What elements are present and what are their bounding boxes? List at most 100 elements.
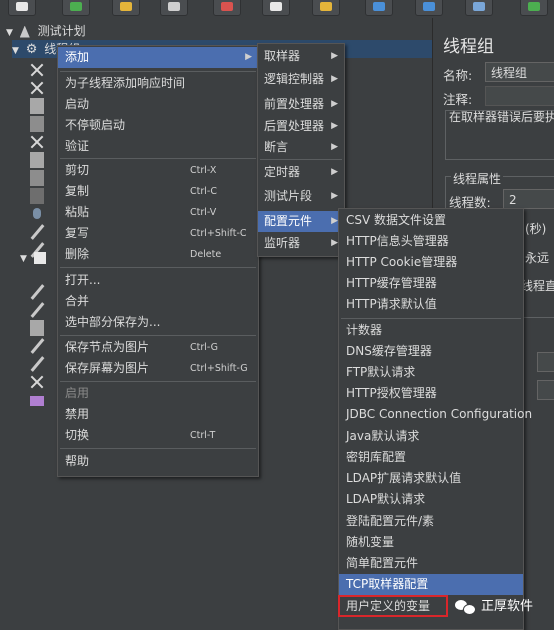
menu-item-copy[interactable]: 复制 Ctrl-C [58,181,258,202]
menu-item-toggle[interactable]: 切换 Ctrl-T [58,425,258,446]
copy-icon[interactable] [262,0,290,16]
config-item-tcp-sampler-config[interactable]: TCP取样器配置 [339,574,523,595]
config-item-csv-data-set[interactable]: CSV 数据文件设置 [339,210,523,231]
templates-icon[interactable] [62,0,90,16]
error-action-title: 在取样器错误后要执 [449,110,554,124]
submenu-arrow-icon: ▶ [331,51,338,61]
expand-icon[interactable] [365,0,393,16]
submenu-arrow-icon: ▶ [331,142,338,152]
config-item-login-config-element[interactable]: 登陆配置元件/素 [339,511,523,532]
child-node-icon [30,188,44,204]
test-plan-icon [19,25,30,38]
expand-arrow-icon[interactable]: ▼ [20,254,27,264]
config-element-submenu: CSV 数据文件设置 HTTP信息头管理器 HTTP Cookie管理器 HTT… [338,208,532,630]
child-node-icon [30,284,44,300]
menu-separator [60,158,256,159]
ramp-up-unit-label: (秒) [525,222,547,236]
submenu-arrow-icon: ▶ [331,167,338,177]
watermark-text: 正厚软件 [481,599,534,614]
submenu-arrow-icon: ▶ [331,191,338,201]
loop-forever-label: 永远 [525,251,550,265]
name-field[interactable]: 线程组 [485,62,554,82]
menu-separator [60,267,256,268]
submenu-item-post-processors[interactable]: 后置处理器 ▶ [258,116,344,137]
config-item-http-cookie-manager[interactable]: HTTP Cookie管理器 [339,252,523,273]
open-icon[interactable] [112,0,140,16]
menu-item-merge[interactable]: 合并 [58,291,258,312]
menu-separator [60,448,256,449]
save-icon[interactable] [160,0,188,16]
menu-item-open[interactable]: 打开... [58,270,258,291]
config-item-http-cache-manager[interactable]: HTTP缓存管理器 [339,273,523,294]
child-node-icon [30,152,44,168]
submenu-item-assertions[interactable]: 断言 ▶ [258,137,344,158]
cut-icon[interactable] [213,0,241,16]
menu-item-add[interactable]: 添加 ▶ [58,47,258,68]
menu-item-save-selection-as[interactable]: 选中部分保存为... [58,312,258,333]
menu-item-validate[interactable]: 验证 [58,136,258,157]
child-node-icon [30,116,44,132]
child-node-icon [30,80,44,96]
highlight-box [338,595,448,617]
child-node-icon [30,356,44,372]
menu-item-start[interactable]: 启动 [58,94,258,115]
config-item-counter[interactable]: 计数器 [339,320,523,341]
config-item-ftp-request-defaults[interactable]: FTP默认请求 [339,362,523,383]
config-item-http-request-defaults[interactable]: HTTP请求默认值 [339,294,523,315]
config-item-java-request-defaults[interactable]: Java默认请求 [339,426,523,447]
context-menu: 添加 ▶ 为子线程添加响应时间 启动 不停顿启动 验证 剪切 Ctrl-X 复制 Ct… [57,45,259,477]
config-item-http-authorization-manager[interactable]: HTTP授权管理器 [339,383,523,404]
menu-item-save-node-image[interactable]: 保存节点为图片 Ctrl-G [58,337,258,358]
menu-item-save-screen-image[interactable]: 保存屏幕为图片 Ctrl+Shift-G [58,358,258,379]
submenu-item-samplers[interactable]: 取样器 ▶ [258,46,344,67]
child-node-icon [30,374,44,390]
paste-icon[interactable] [312,0,340,16]
new-icon[interactable] [8,0,36,16]
threads-field[interactable]: 2 [503,189,554,209]
chart-listener-icon [30,396,44,406]
submenu-item-pre-processors[interactable]: 前置处理器 ▶ [258,94,344,115]
toolbar [0,0,554,19]
tree-node-test-plan[interactable]: ▼ 测试计划 [6,22,86,40]
config-item-http-header-manager[interactable]: HTTP信息头管理器 [339,231,523,252]
menu-separator [260,159,342,160]
menu-item-duplicate[interactable]: 复写 Ctrl+Shift-C [58,223,258,244]
tree-node-controller[interactable]: ▼ [20,248,46,266]
menu-item-help[interactable]: 帮助 [58,451,258,472]
submenu-item-timers[interactable]: 定时器 ▶ [258,162,344,183]
menu-item-paste[interactable]: 粘贴 Ctrl-V [58,202,258,223]
submenu-arrow-icon: ▶ [331,99,338,109]
comment-label: 注释: [443,92,473,107]
expand-arrow-icon[interactable]: ▼ [6,28,13,38]
config-item-dns-cache-manager[interactable]: DNS缓存管理器 [339,341,523,362]
child-node-icon [30,98,44,114]
config-item-ldap-request-defaults[interactable]: LDAP默认请求 [339,489,523,510]
start-icon[interactable] [520,0,548,16]
submenu-item-config-elements[interactable]: 配置元件 ▶ [258,211,344,232]
menu-item-disable[interactable]: 禁用 [58,404,258,425]
child-node-icon [30,206,44,222]
menu-item-add-response-time[interactable]: 为子线程添加响应时间 [58,73,258,94]
menu-item-start-no-pause[interactable]: 不停顿启动 [58,115,258,136]
wechat-logo-icon [455,599,477,615]
gear-icon: ⚙ [25,42,38,57]
toggle-icon[interactable] [465,0,493,16]
expand-arrow-icon[interactable]: ▼ [12,46,19,56]
menu-item-delete[interactable]: 删除 Delete [58,244,258,265]
submenu-item-listeners[interactable]: 监听器 ▶ [258,233,344,254]
config-item-jdbc-connection-configuration[interactable]: JDBC Connection Configuration [339,404,532,425]
comment-field[interactable] [485,86,554,106]
startup-delay-field[interactable] [537,380,554,400]
submenu-item-test-fragments[interactable]: 测试片段 ▶ [258,186,344,207]
config-item-simple-config-element[interactable]: 简单配置元件 [339,553,523,574]
menu-item-cut[interactable]: 剪切 Ctrl-X [58,160,258,181]
config-item-keystore-configuration[interactable]: 密钥库配置 [339,447,523,468]
config-item-ldap-extended-request-defaults[interactable]: LDAP扩展请求默认值 [339,468,523,489]
menu-separator [60,335,256,336]
submenu-item-logic-controllers[interactable]: 逻辑控制器 ▶ [258,69,344,90]
config-item-random-variable[interactable]: 随机变量 [339,532,523,553]
delay-thread-label: 线程直 [521,279,554,293]
menu-separator [341,318,521,319]
duration-field[interactable] [537,352,554,372]
collapse-icon[interactable] [415,0,443,16]
